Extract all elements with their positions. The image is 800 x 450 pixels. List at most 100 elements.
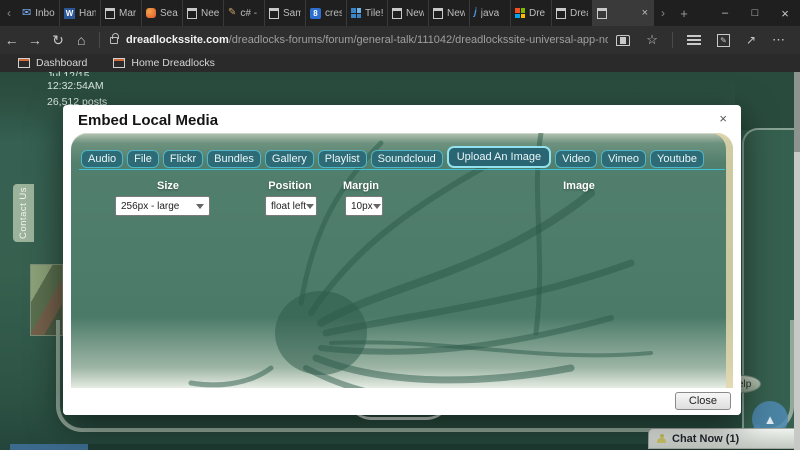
tab-bundles[interactable]: Bundles: [207, 150, 261, 168]
refresh-icon[interactable]: ↻: [46, 32, 69, 49]
new-tab-button[interactable]: +: [672, 0, 696, 26]
home-icon[interactable]: ⌂: [70, 32, 93, 48]
close-window-button[interactable]: ×: [770, 0, 800, 26]
tab-youtube[interactable]: Youtube: [650, 150, 704, 168]
tab-scroll-left-icon[interactable]: ‹: [0, 0, 18, 26]
page-scrollbar[interactable]: [794, 72, 800, 450]
back-icon[interactable]: ←: [0, 32, 23, 48]
tab-soundcloud[interactable]: Soundcloud: [371, 150, 443, 168]
media-tabs: Audio File Flickr Bundles Gallery Playli…: [81, 146, 721, 168]
chat-user-icon: [657, 434, 666, 443]
chevron-down-icon: [373, 204, 381, 209]
tab-close-icon[interactable]: ×: [640, 7, 650, 19]
microsoft-icon: [515, 8, 525, 18]
tab-file[interactable]: File: [127, 150, 159, 168]
browser-tab[interactable]: ✉ Inbo: [18, 0, 59, 26]
embed-local-media-dialog: Embed Local Media ×: [63, 105, 741, 415]
address-bar: ← → ↻ ⌂ dreadlockssite.com/dreadlocks-fo…: [0, 26, 800, 54]
divider: [99, 32, 100, 48]
lock-icon: [110, 37, 118, 44]
favorite-favicon: [18, 58, 30, 68]
url-field[interactable]: dreadlockssite.com/dreadlocks-forums/for…: [126, 34, 608, 46]
browser-tab[interactable]: 8 cres: [305, 0, 346, 26]
margin-label: Margin: [343, 180, 379, 192]
forward-icon[interactable]: →: [23, 32, 46, 48]
tab-flickr[interactable]: Flickr: [163, 150, 203, 168]
page-icon: [105, 8, 115, 19]
page-icon: [556, 8, 566, 19]
favorite-favicon: [113, 58, 125, 68]
tab-audio[interactable]: Audio: [81, 150, 123, 168]
browser-tab[interactable]: New: [428, 0, 469, 26]
page-icon: [392, 8, 402, 19]
dialog-content-panel: Audio File Flickr Bundles Gallery Playli…: [71, 133, 733, 388]
crest-icon: 8: [310, 8, 321, 19]
hub-icon[interactable]: [687, 35, 701, 45]
browser-tab-active[interactable]: ×: [592, 0, 654, 26]
browser-tab[interactable]: W Han: [59, 0, 100, 26]
tiles-icon: [351, 8, 361, 18]
browser-tab[interactable]: j java: [469, 0, 510, 26]
tab-upload-an-image[interactable]: Upload An Image: [447, 146, 551, 168]
position-label: Position: [268, 180, 311, 192]
favorites-star-icon[interactable]: ☆: [646, 32, 658, 48]
favorite-item-dashboard[interactable]: Dashboard: [18, 57, 87, 69]
browser-tab[interactable]: New: [387, 0, 428, 26]
size-label: Size: [157, 180, 179, 192]
size-select[interactable]: 256px - large: [115, 196, 210, 216]
browser-tab[interactable]: Sea: [141, 0, 182, 26]
favorite-item-home-dreadlocks[interactable]: Home Dreadlocks: [113, 57, 214, 69]
divider: [672, 32, 673, 48]
minimize-button[interactable]: –: [710, 0, 740, 26]
address-bar-actions: ☆ ✎ ↗ ⋯: [608, 32, 800, 48]
page-left-edge: [0, 72, 10, 444]
favorites-bar: Dashboard Home Dreadlocks: [0, 54, 800, 72]
dialog-footer: Close: [63, 388, 741, 415]
post-date: Jul 12/15: [47, 70, 90, 76]
tab-underline: [79, 169, 725, 170]
dreadlocks-silhouette-image: [71, 133, 733, 388]
image-label: Image: [563, 180, 595, 192]
browser-tab[interactable]: ✎ c# -: [223, 0, 264, 26]
tab-video[interactable]: Video: [555, 150, 597, 168]
browser-window: ‹ ✉ Inbo W Han Mar Sea Nee ✎ c# - Sam: [0, 0, 800, 450]
url-path: /dreadlocks-forums/forum/general-talk/11…: [229, 34, 609, 46]
tab-scroll-right-icon[interactable]: ›: [654, 0, 672, 26]
page-bottom-strip: [10, 444, 88, 450]
dialog-close-icon[interactable]: ×: [716, 111, 730, 126]
web-note-icon[interactable]: ✎: [717, 34, 730, 47]
url-domain: dreadlockssite.com: [126, 34, 229, 46]
java-icon: j: [474, 8, 477, 18]
position-select[interactable]: float left: [265, 196, 317, 216]
share-icon[interactable]: ↗: [746, 34, 756, 46]
maximize-button[interactable]: □: [740, 0, 770, 26]
dialog-title: Embed Local Media: [78, 112, 218, 129]
margin-select[interactable]: 10px: [345, 196, 383, 216]
up-arrow-icon: ▲: [764, 412, 777, 427]
tab-gallery[interactable]: Gallery: [265, 150, 314, 168]
browser-tab-bar: ‹ ✉ Inbo W Han Mar Sea Nee ✎ c# - Sam: [0, 0, 800, 26]
chevron-down-icon: [196, 204, 204, 209]
close-button[interactable]: Close: [675, 392, 731, 410]
contact-us-tab[interactable]: Contact Us: [13, 184, 34, 242]
tab-playlist[interactable]: Playlist: [318, 150, 367, 168]
page-icon: [269, 8, 279, 19]
chat-now-bar[interactable]: Chat Now (1): [648, 428, 796, 449]
mail-icon: ✉: [22, 8, 31, 19]
browser-tab[interactable]: Mar: [100, 0, 141, 26]
window-controls: – □ ×: [710, 0, 800, 26]
browser-tab[interactable]: Dre: [510, 0, 551, 26]
browser-tab[interactable]: Drea: [551, 0, 592, 26]
chevron-down-icon: [306, 204, 314, 209]
browser-tab[interactable]: Sam: [264, 0, 305, 26]
word-icon: W: [64, 8, 75, 19]
browser-tab[interactable]: Nee: [182, 0, 223, 26]
scrollbar-thumb[interactable]: [794, 72, 800, 152]
tab-vimeo[interactable]: Vimeo: [601, 150, 646, 168]
sea-icon: [146, 8, 156, 18]
page-icon: [187, 8, 197, 19]
more-menu-icon[interactable]: ⋯: [772, 32, 786, 48]
reading-view-icon[interactable]: [616, 35, 630, 46]
browser-tab[interactable]: Tile!: [346, 0, 387, 26]
post-time: 12:32:54AM: [47, 80, 104, 92]
